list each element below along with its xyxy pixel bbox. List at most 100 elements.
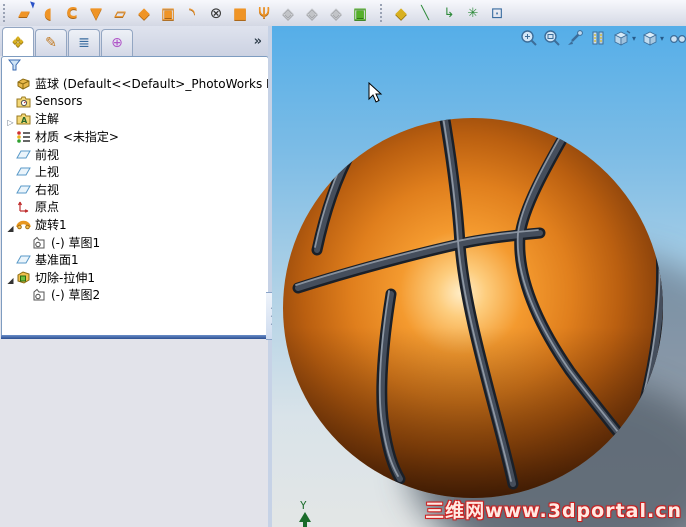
zoom-to-fit-button[interactable] <box>520 29 538 47</box>
dropdown-arrow-icon[interactable]: ▾ <box>632 34 636 43</box>
reference-axis-button[interactable]: ╲ <box>413 1 437 25</box>
fillet-icon: ▣ <box>352 3 368 22</box>
tree-item-sketch1[interactable]: (-) 草图1 <box>2 233 268 251</box>
filter-funnel-icon[interactable] <box>7 59 22 72</box>
expand-arrow-icon[interactable]: ◢ <box>7 276 13 285</box>
tree-item-label: 上视 <box>35 165 60 180</box>
tree-item-plane1[interactable]: 基准面1 <box>2 251 268 269</box>
rib-button[interactable]: Ψ <box>252 1 276 25</box>
tree-item-front-plane[interactable]: 前视 <box>2 145 268 163</box>
zoom-to-fit-icon <box>521 30 537 46</box>
plane-icon <box>16 148 31 161</box>
tree-item-sketch2[interactable]: (-) 草图2 <box>2 286 268 304</box>
hide-show-items-icon <box>669 34 686 44</box>
fillet-button[interactable]: ▣ <box>348 1 372 25</box>
boundary-boss-base-icon: ▱ <box>114 3 126 22</box>
toolbar-grip[interactable] <box>380 4 386 22</box>
coordinate-system-icon: ↳ <box>443 5 455 21</box>
coordinate-system-button[interactable]: ↳ <box>437 1 461 25</box>
mate-reference-icon: ⊡ <box>490 3 504 22</box>
previous-view-button[interactable] <box>566 29 584 47</box>
sensors-folder-icon <box>16 95 31 108</box>
draft-icon: ◈ <box>282 3 294 22</box>
svg-text:A: A <box>21 116 28 125</box>
toolbar-grip[interactable] <box>3 4 9 22</box>
tree-item-label: 旋转1 <box>35 218 67 233</box>
cut-extrude-feature-icon <box>16 271 31 284</box>
graphics-viewport[interactable]: Y ▾ ▾ 三维网www.3dportal.cn <box>272 26 686 527</box>
tree-item-part[interactable]: 蓝球 (Default<<Default>_PhotoWorks Display… <box>2 75 268 93</box>
lofted-boss-base-button[interactable]: ▼ <box>84 1 108 25</box>
point-icon: ✳ <box>467 5 479 21</box>
tree-item-label: 蓝球 (Default<<Default>_PhotoWorks Display… <box>35 77 268 92</box>
swept-cut-icon: ◝ <box>189 3 195 22</box>
reference-plane-button[interactable]: ◆ <box>389 1 413 25</box>
tree-item-sensors[interactable]: Sensors <box>2 93 268 111</box>
sketch-icon <box>32 236 47 249</box>
tree-item-cut-extrude1[interactable]: ◢ 切除-拉伸1 <box>2 269 268 287</box>
draft-button-disabled: ◈ <box>276 1 300 25</box>
feature-tree: 蓝球 (Default<<Default>_PhotoWorks Display… <box>1 56 269 341</box>
axis-icon: ╲ <box>421 5 429 21</box>
linear-pattern-icon: ▣ <box>160 3 176 22</box>
origin-triad: Y <box>299 499 311 527</box>
tab-featuremanager-design-tree[interactable]: ❖ <box>2 27 34 56</box>
display-style-button[interactable]: ▾ <box>641 29 664 47</box>
mate-reference-button[interactable]: ⊡ <box>485 1 509 25</box>
mouse-cursor <box>368 82 383 103</box>
reference-point-button[interactable]: ✳ <box>461 1 485 25</box>
tree-item-material[interactable]: 材质 <未指定> <box>2 128 268 146</box>
panel-lower-area <box>0 339 268 527</box>
tab-propertymanager[interactable]: ✎ <box>35 29 67 56</box>
extruded-boss-base-button[interactable]: ▰ <box>12 0 36 25</box>
hide-show-items-button[interactable]: ▾ <box>669 29 686 47</box>
hole-wizard-button[interactable]: ■ <box>228 1 252 25</box>
sketch-icon <box>32 288 47 301</box>
expand-arrow-icon[interactable]: ▷ <box>7 118 13 127</box>
tree-item-label: 基准面1 <box>35 253 79 268</box>
featuremanager-panel: ❖ ✎ ≣ ⊕ » 蓝球 (Default<<Default>_PhotoWor… <box>0 26 270 527</box>
tree-item-origin[interactable]: 原点 <box>2 198 268 216</box>
tree-item-top-plane[interactable]: 上视 <box>2 163 268 181</box>
tree-item-label: 切除-拉伸1 <box>35 270 95 285</box>
dropdown-arrow-icon[interactable]: ▾ <box>660 34 664 43</box>
revolved-cut-button[interactable]: ⊗ <box>204 1 228 25</box>
shell-button-disabled: ◈ <box>300 1 324 25</box>
section-view-icon <box>592 31 604 45</box>
part-icon <box>16 77 31 90</box>
swept-boss-base-icon: C <box>66 3 78 22</box>
tree-item-label: Sensors <box>35 94 83 109</box>
tree-item-label: (-) 草图2 <box>51 288 101 303</box>
extruded-cut-button[interactable]: ◆ <box>132 1 156 25</box>
linear-pattern-button[interactable]: ▣ <box>156 1 180 25</box>
plane-icon <box>16 183 31 196</box>
origin-icon <box>16 200 31 214</box>
revolved-boss-base-button[interactable]: ◖ <box>36 1 60 25</box>
panel-tab-strip: ❖ ✎ ≣ ⊕ » <box>0 26 270 56</box>
featuremanager-tree-icon: ❖ <box>11 32 25 51</box>
swept-boss-base-button[interactable]: C <box>60 1 84 25</box>
boundary-boss-base-button[interactable]: ▱ <box>108 1 132 25</box>
previous-view-icon <box>567 30 583 45</box>
rib-icon: Ψ <box>258 3 270 22</box>
zoom-to-area-button[interactable] <box>543 29 561 47</box>
tree-item-label: (-) 草图1 <box>51 235 101 250</box>
view-orientation-button[interactable]: ▾ <box>612 29 636 47</box>
swept-cut-button[interactable]: ◝ <box>180 1 204 25</box>
watermark: 三维网www.3dportal.cn <box>425 500 682 522</box>
tab-configurationmanager[interactable]: ≣ <box>68 29 100 56</box>
tree-item-annotations[interactable]: ▷ A 注解 <box>2 110 268 128</box>
expand-arrow-icon[interactable]: ◢ <box>7 224 13 233</box>
tree-item-right-plane[interactable]: 右视 <box>2 181 268 199</box>
tab-dimxpert[interactable]: ⊕ <box>101 29 133 56</box>
tree-item-label: 注解 <box>35 112 60 127</box>
tab-overflow-chevron[interactable]: » <box>254 34 262 49</box>
basketball-model[interactable]: Y <box>272 26 686 527</box>
extruded-boss-base-icon: ▰ <box>18 0 35 21</box>
display-style-icon <box>643 31 657 46</box>
section-view-button[interactable] <box>589 29 607 47</box>
tree-item-revolve1[interactable]: ◢ 旋转1 <box>2 216 268 234</box>
lofted-boss-base-icon: ▼ <box>90 3 102 22</box>
tree-item-label: 原点 <box>35 200 60 215</box>
plane-icon <box>16 253 31 266</box>
